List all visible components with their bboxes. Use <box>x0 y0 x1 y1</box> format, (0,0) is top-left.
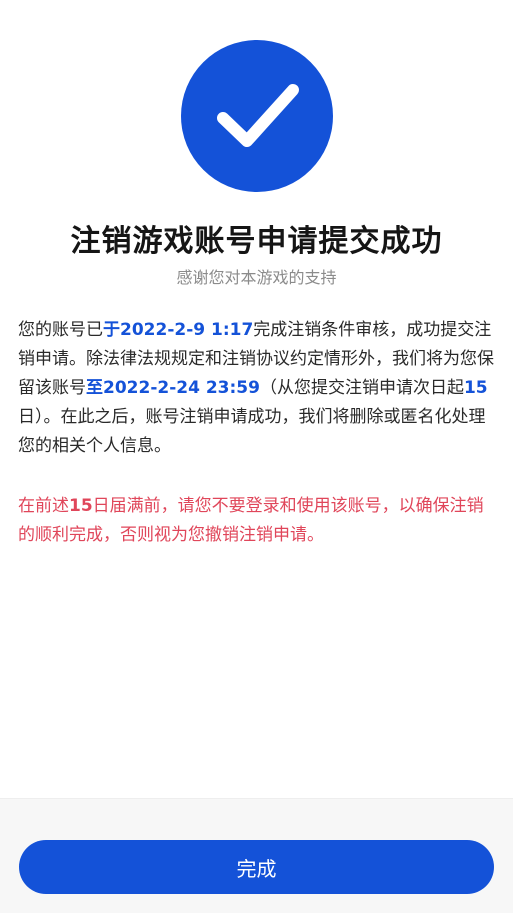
success-circle <box>181 40 333 192</box>
page-subtitle: 感谢您对本游戏的支持 <box>176 268 337 287</box>
warning-paragraph: 在前述15日届满前，请您不要登录和使用该账号，以确保注销的顺利完成，否则视为您撤… <box>18 492 496 550</box>
checkmark-icon <box>217 84 299 147</box>
info-text-4: 日）。在此之后，账号注销申请成功，我们将删除或匿名化处理您的相关个人信息。 <box>18 407 486 456</box>
info-paragraph: 您的账号已于2022-2-9 1:17完成注销条件审核，成功提交注销申请。除法律… <box>18 316 496 461</box>
submit-date: 于2022-2-9 1:17 <box>103 320 254 340</box>
retain-until-date: 至2022-2-24 23:59 <box>86 378 260 398</box>
page-title: 注销游戏账号申请提交成功 <box>70 224 443 259</box>
info-text-1: 您的账号已 <box>18 320 103 340</box>
warning-text-1: 在前述 <box>18 496 69 516</box>
warning-days: 15 <box>69 496 93 516</box>
info-text-3: （从您提交注销申请次日起 <box>259 378 464 398</box>
retain-days: 15 <box>463 378 488 398</box>
done-button[interactable]: 完成 <box>19 840 494 894</box>
